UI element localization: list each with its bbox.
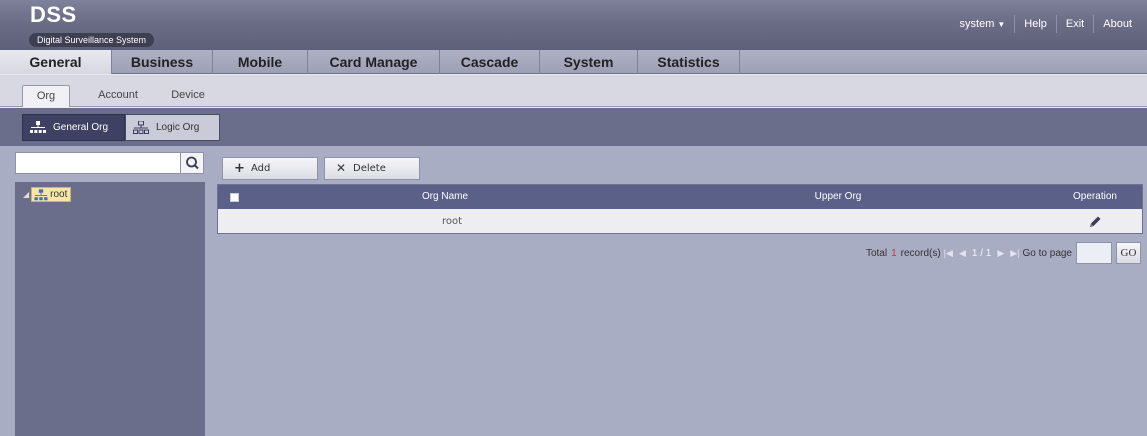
delete-label: Delete	[353, 163, 386, 174]
org-type-bar: General Org Logic Org	[0, 108, 1147, 146]
chevron-down-icon: ▼	[997, 19, 1006, 29]
org-tree-icon	[34, 188, 48, 200]
pagination: Total 1 record(s) |◀ ◀ 1 / 1 ▶ ▶| Go to …	[866, 242, 1141, 264]
page-indicator: 1 / 1	[971, 247, 992, 259]
select-all-checkbox[interactable]	[230, 193, 239, 202]
content-area: ◢ root + Add ✕ Delete Org Name Upper Org…	[0, 146, 1147, 436]
subtab-account[interactable]: Account	[88, 85, 148, 107]
column-header-upper-org[interactable]: Upper Org	[638, 185, 1038, 209]
search-button[interactable]	[180, 153, 203, 173]
subtab-device[interactable]: Device	[162, 85, 214, 107]
column-header-org-name[interactable]: Org Name	[252, 185, 638, 209]
app-header: DSS Digital Surveillance System system ▼ …	[0, 0, 1147, 50]
close-icon: ✕	[336, 161, 347, 175]
table-header: Org Name Upper Org Operation	[218, 185, 1142, 209]
tab-mobile[interactable]: Mobile	[213, 50, 308, 74]
collapse-icon[interactable]: ◢	[23, 190, 29, 199]
goto-page-input[interactable]	[1076, 242, 1112, 264]
tab-statistics[interactable]: Statistics	[638, 50, 740, 74]
header-menu: system ▼ Help Exit About	[951, 14, 1141, 34]
prev-page-icon[interactable]: ◀	[959, 248, 966, 259]
records-label: record(s)	[900, 247, 941, 259]
subtab-org[interactable]: Org	[22, 85, 70, 107]
logic-org-button[interactable]: Logic Org	[125, 114, 220, 141]
plus-icon: +	[234, 161, 245, 176]
first-page-icon[interactable]: |◀	[944, 248, 953, 259]
cell-upper-org	[638, 210, 1038, 234]
user-menu[interactable]: system ▼	[951, 14, 1015, 35]
edit-pencil-icon[interactable]	[1088, 215, 1102, 229]
cell-operation	[1048, 210, 1142, 234]
exit-link[interactable]: Exit	[1057, 14, 1093, 34]
search-input[interactable]	[16, 153, 180, 173]
app-subtitle: Digital Surveillance System	[29, 33, 155, 47]
tab-system[interactable]: System	[540, 50, 638, 74]
tree-node-root[interactable]: ◢ root	[23, 186, 72, 202]
total-label: Total	[865, 247, 888, 259]
tab-general[interactable]: General	[0, 50, 112, 74]
org-tree-icon	[133, 121, 149, 134]
tab-business[interactable]: Business	[112, 50, 213, 74]
search-box	[15, 152, 204, 174]
add-label: Add	[251, 163, 271, 174]
column-header-operation: Operation	[1073, 191, 1117, 202]
last-page-icon[interactable]: ▶|	[1010, 248, 1019, 259]
delete-button[interactable]: ✕ Delete	[324, 157, 420, 180]
org-table: Org Name Upper Org Operation root	[217, 184, 1143, 234]
tree-node-label[interactable]: root	[31, 186, 72, 202]
org-tree-panel: ◢ root	[15, 182, 205, 436]
main-tab-bar: General Business Mobile Card Manage Casc…	[0, 50, 1147, 74]
app-logo: DSS	[30, 2, 77, 27]
go-button[interactable]: GO	[1116, 242, 1141, 264]
cell-org-name: root	[441, 216, 463, 227]
add-button[interactable]: + Add	[222, 157, 318, 180]
general-org-label: General Org	[53, 122, 109, 133]
total-count: 1	[891, 247, 897, 259]
help-link[interactable]: Help	[1015, 14, 1056, 34]
table-row[interactable]: root	[218, 210, 1142, 233]
tab-cascade[interactable]: Cascade	[440, 50, 540, 74]
general-org-button[interactable]: General Org	[22, 114, 125, 141]
tree-node-text: root	[50, 188, 68, 200]
user-name: system	[959, 17, 995, 30]
sub-tab-bar: Org Account Device	[0, 75, 1147, 107]
search-icon	[186, 156, 199, 170]
tab-card-manage[interactable]: Card Manage	[308, 50, 440, 74]
org-tree-icon	[30, 121, 46, 133]
about-link[interactable]: About	[1094, 14, 1141, 34]
goto-label: Go to page	[1022, 247, 1072, 259]
next-page-icon[interactable]: ▶	[997, 248, 1004, 259]
logic-org-label: Logic Org	[156, 122, 200, 133]
